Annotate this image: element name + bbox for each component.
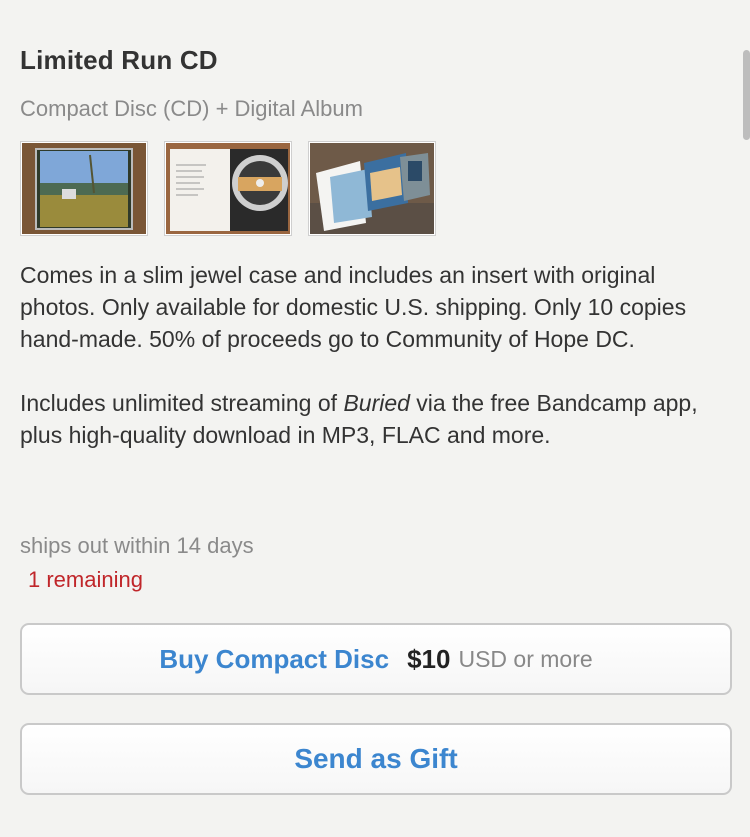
thumbnail-strip xyxy=(20,141,436,236)
price-value: $10 xyxy=(407,643,451,674)
thumbnail-insert[interactable] xyxy=(308,141,436,236)
scrollbar[interactable] xyxy=(743,50,750,140)
remaining-count: 1 remaining xyxy=(28,567,143,592)
buy-button-label: Buy Compact Disc xyxy=(159,643,390,674)
product-format: Compact Disc (CD) + Digital Album xyxy=(20,96,363,121)
gift-button-label: Send as Gift xyxy=(294,743,458,774)
insert-image xyxy=(310,143,434,234)
description-p2-before: Includes unlimited streaming of xyxy=(20,390,344,416)
product-title: Limited Run CD xyxy=(20,45,218,75)
send-as-gift-button[interactable]: Send as Gift xyxy=(20,723,732,795)
description-paragraph-1: Comes in a slim jewel case and includes … xyxy=(20,262,687,352)
buy-compact-disc-button[interactable]: Buy Compact Disc $10 USD or more xyxy=(20,623,732,695)
description-paragraph-2: Includes unlimited streaming of Buried v… xyxy=(20,387,720,451)
open-case-image xyxy=(166,143,290,234)
thumbnail-jewel-case[interactable] xyxy=(20,141,148,236)
album-title-italic: Buried xyxy=(343,390,410,416)
price-currency: USD or more xyxy=(458,645,593,672)
product-description: Comes in a slim jewel case and includes … xyxy=(20,259,720,451)
jewel-case-image xyxy=(22,143,146,234)
shipping-info: ships out within 14 days xyxy=(20,533,254,558)
thumbnail-open-case[interactable] xyxy=(164,141,292,236)
